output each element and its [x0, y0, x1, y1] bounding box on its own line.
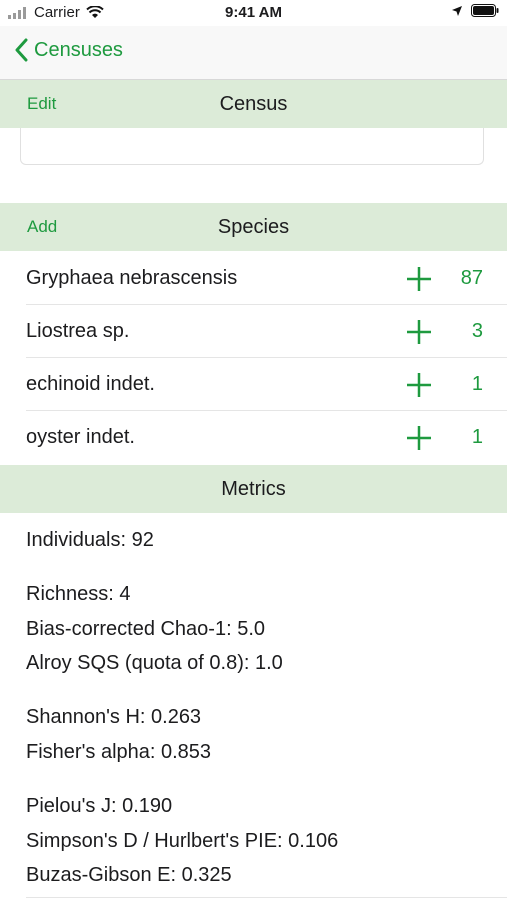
bottom-divider — [26, 897, 507, 898]
plus-icon[interactable] — [404, 370, 434, 400]
metric-pielou: Pielou's J: 0.190 — [26, 795, 173, 817]
metrics-section-title: Metrics — [221, 477, 286, 500]
census-section-header: Edit Census — [0, 80, 507, 128]
metric-buzas-gibson: Buzas-Gibson E: 0.325 — [26, 864, 232, 886]
species-count: 1 — [471, 426, 483, 448]
species-row[interactable]: Gryphaea nebrascensis 87 — [0, 252, 507, 305]
metric-richness: Richness: 4 — [26, 583, 131, 605]
chevron-left-icon — [15, 38, 28, 62]
species-row[interactable]: echinoid indet. 1 — [0, 358, 507, 411]
metrics-section-header: Metrics — [0, 465, 507, 513]
status-bar: Carrier 9:41 AM — [0, 0, 507, 26]
metric-shannon: Shannon's H: 0.263 — [26, 706, 202, 728]
species-name: Gryphaea nebrascensis — [26, 267, 238, 289]
plus-icon[interactable] — [404, 264, 434, 294]
metric-individuals: Individuals: 92 — [26, 529, 154, 551]
species-section-title: Species — [217, 215, 290, 238]
species-name: oyster indet. — [26, 426, 135, 448]
battery-icon — [471, 4, 499, 17]
species-name: echinoid indet. — [26, 373, 155, 395]
navigation-bar: Censuses — [0, 26, 507, 80]
species-count: 1 — [471, 373, 483, 395]
metric-sqs: Alroy SQS (quota of 0.8): 1.0 — [26, 652, 283, 674]
edit-button[interactable]: Edit — [27, 94, 56, 114]
metric-chao1: Bias-corrected Chao-1: 5.0 — [26, 618, 266, 640]
species-row[interactable]: Liostrea sp. 3 — [0, 305, 507, 358]
back-button[interactable]: Censuses — [14, 38, 123, 62]
back-button-label: Censuses — [34, 38, 123, 61]
species-name: Liostrea sp. — [26, 320, 130, 342]
metric-fisher-alpha: Fisher's alpha: 0.853 — [26, 741, 212, 763]
species-count: 3 — [471, 320, 483, 342]
species-row[interactable]: oyster indet. 1 — [0, 411, 507, 464]
census-section-title: Census — [219, 92, 288, 115]
add-species-button[interactable]: Add — [27, 217, 57, 237]
census-text-area[interactable] — [20, 128, 484, 165]
metric-simpson: Simpson's D / Hurlbert's PIE: 0.106 — [26, 830, 339, 852]
plus-icon[interactable] — [404, 317, 434, 347]
species-section-header: Add Species — [0, 203, 507, 251]
species-count: 87 — [460, 267, 483, 289]
location-arrow-icon — [452, 5, 462, 16]
plus-icon[interactable] — [404, 423, 434, 453]
status-right — [451, 4, 499, 17]
status-time: 9:41 AM — [225, 4, 282, 21]
